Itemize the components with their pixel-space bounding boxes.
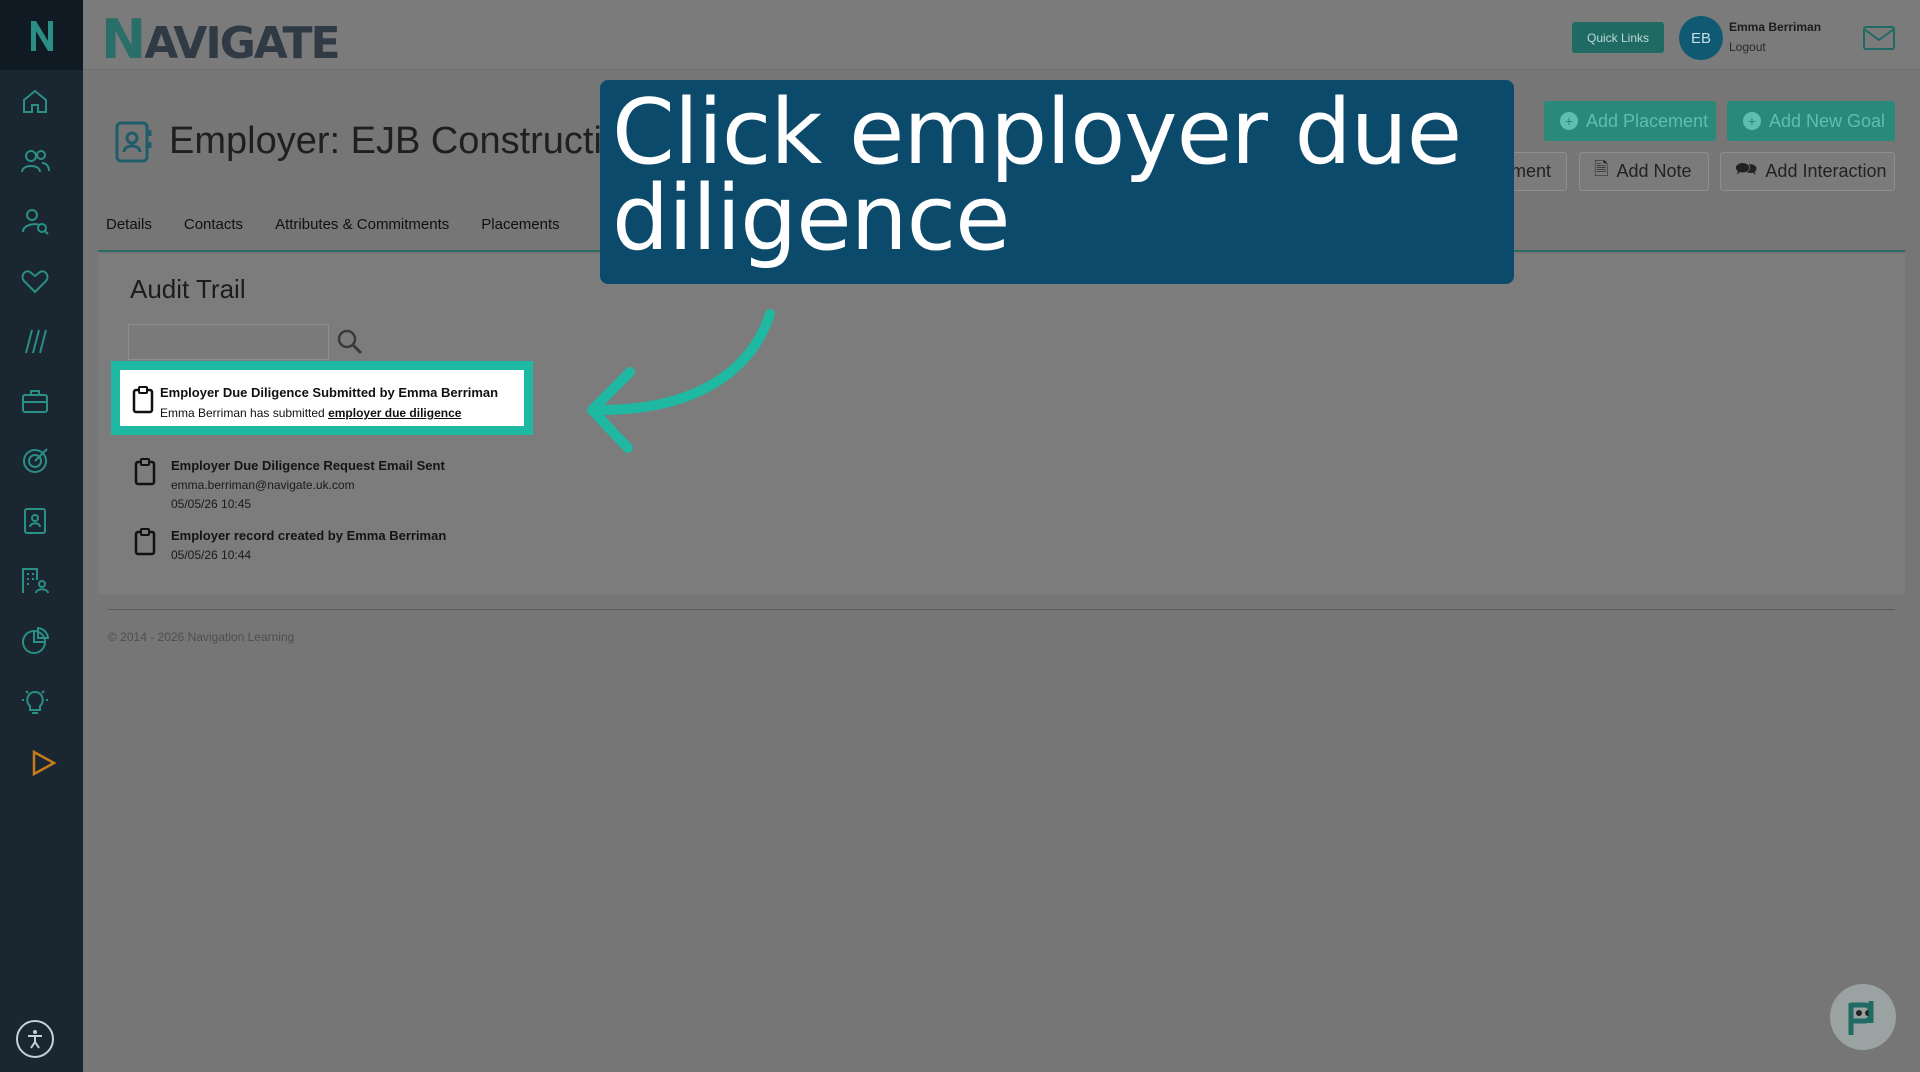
- add-placement-label: Add Placement: [1586, 110, 1709, 131]
- sidebar-item-user-search[interactable]: [18, 204, 52, 238]
- footer-copyright: © 2014 - 2026 Navigation Learning: [108, 630, 295, 644]
- sidebar-item-organisations[interactable]: [18, 564, 52, 598]
- sidebar-item-contacts[interactable]: [18, 504, 52, 538]
- sidebar-logo[interactable]: [0, 0, 83, 70]
- home-icon: [23, 89, 47, 113]
- employer-contact-icon: [115, 121, 152, 163]
- sidebar-item-targets[interactable]: [18, 444, 52, 478]
- mail-icon[interactable]: [1863, 26, 1895, 50]
- quick-links-button[interactable]: Quick Links: [1572, 22, 1664, 53]
- top-header: NAVIGATE Quick Links EB Emma Berriman Lo…: [83, 0, 1920, 71]
- lightbulb-icon: [22, 690, 48, 714]
- audit-entry-title: Employer Due Diligence Submitted by Emma…: [160, 385, 499, 400]
- sidebar-item-reports[interactable]: [18, 624, 52, 658]
- audit-entry-timestamp: 05/05/26 10:45: [171, 497, 252, 511]
- add-interaction-label: Add Interaction: [1765, 161, 1887, 181]
- clipboard-icon: [134, 458, 156, 486]
- partial-button-bottom-label: ment: [1511, 161, 1552, 181]
- add-note-label: Add Note: [1616, 161, 1692, 181]
- sidebar-item-ideas[interactable]: [18, 684, 52, 718]
- page-title: Employer: EJB Constructio: [169, 120, 624, 162]
- audit-entry-title: Employer record created by Emma Berriman: [171, 528, 447, 543]
- footer-divider: [108, 609, 1895, 610]
- chat-bubbles-icon: 🗪: [1735, 158, 1758, 179]
- audit-entry-title: Employer Due Diligence Request Email Sen…: [171, 458, 445, 473]
- tab-attributes-commitments[interactable]: Attributes & Commitments: [275, 216, 449, 233]
- tab-details[interactable]: Details: [106, 216, 152, 233]
- audit-entry: Employer Due Diligence Request Email Sen…: [134, 458, 474, 516]
- accessibility-button[interactable]: [16, 1020, 54, 1058]
- sidebar-item-employers[interactable]: [18, 384, 52, 418]
- plus-circle-icon: +: [1560, 112, 1578, 130]
- target-icon: [23, 448, 48, 473]
- add-placement-button[interactable]: + Add Placement: [1544, 101, 1716, 141]
- clipboard-icon: [132, 386, 154, 414]
- add-new-goal-button[interactable]: + Add New Goal: [1727, 101, 1895, 141]
- tutorial-callout: Click employer due diligence: [600, 80, 1514, 284]
- audit-entry-email: emma.berriman@navigate.uk.com: [171, 478, 355, 492]
- add-note-button[interactable]: 🗎 Add Note: [1579, 152, 1709, 191]
- audit-entry-subtitle: Emma Berriman has submitted employer due…: [160, 406, 461, 420]
- contact-card-icon: [24, 508, 46, 534]
- briefcase-icon: [22, 390, 48, 413]
- slashes-icon: [25, 329, 47, 354]
- sidebar: [0, 0, 83, 1072]
- audit-entry-highlighted[interactable]: Employer Due Diligence Submitted by Emma…: [111, 361, 533, 435]
- sidebar-item-users[interactable]: [18, 144, 52, 178]
- navigate-n-logo-icon: [30, 21, 53, 51]
- navigate-logo[interactable]: NAVIGATE: [101, 8, 341, 71]
- plus-circle-icon: +: [1743, 112, 1761, 130]
- curved-arrow-icon: [587, 309, 775, 453]
- search-icon[interactable]: [336, 328, 364, 356]
- help-widget-button[interactable]: [1830, 984, 1896, 1050]
- document-icon: 🗎: [1594, 158, 1609, 179]
- logout-link[interactable]: Logout: [1729, 40, 1766, 54]
- users-icon: [21, 150, 50, 173]
- accessibility-icon: [28, 1030, 42, 1049]
- sidebar-item-home[interactable]: [18, 84, 52, 118]
- add-new-goal-label: Add New Goal: [1769, 110, 1886, 131]
- help-bot-icon: [1848, 1001, 1874, 1035]
- user-avatar[interactable]: EB: [1679, 16, 1723, 60]
- building-user-icon: [22, 568, 49, 594]
- clipboard-icon: [134, 528, 156, 556]
- sidebar-item-play[interactable]: [26, 746, 60, 780]
- audit-entry: Employer record created by Emma Berriman…: [134, 528, 474, 568]
- user-search-icon: [22, 209, 49, 235]
- tab-contacts[interactable]: Contacts: [184, 216, 243, 233]
- audit-entry-timestamp: 05/05/26 10:44: [171, 548, 252, 562]
- employer-due-diligence-link[interactable]: employer due diligence: [328, 406, 461, 420]
- user-name: Emma Berriman: [1729, 20, 1822, 34]
- play-icon: [32, 749, 57, 777]
- sidebar-item-wellbeing[interactable]: [18, 264, 52, 298]
- add-interaction-button[interactable]: 🗪 Add Interaction: [1720, 152, 1895, 191]
- sidebar-item-progress[interactable]: [18, 324, 52, 358]
- audit-entry-subtitle-text: Emma Berriman has submitted: [160, 406, 329, 420]
- tab-placements[interactable]: Placements: [481, 216, 559, 233]
- audit-search-input[interactable]: [128, 324, 329, 360]
- pie-chart-icon: [22, 626, 50, 654]
- heart-icon: [21, 270, 49, 294]
- tab-bar: Details Contacts Attributes & Commitment…: [106, 216, 592, 233]
- audit-trail-title: Audit Trail: [130, 274, 246, 304]
